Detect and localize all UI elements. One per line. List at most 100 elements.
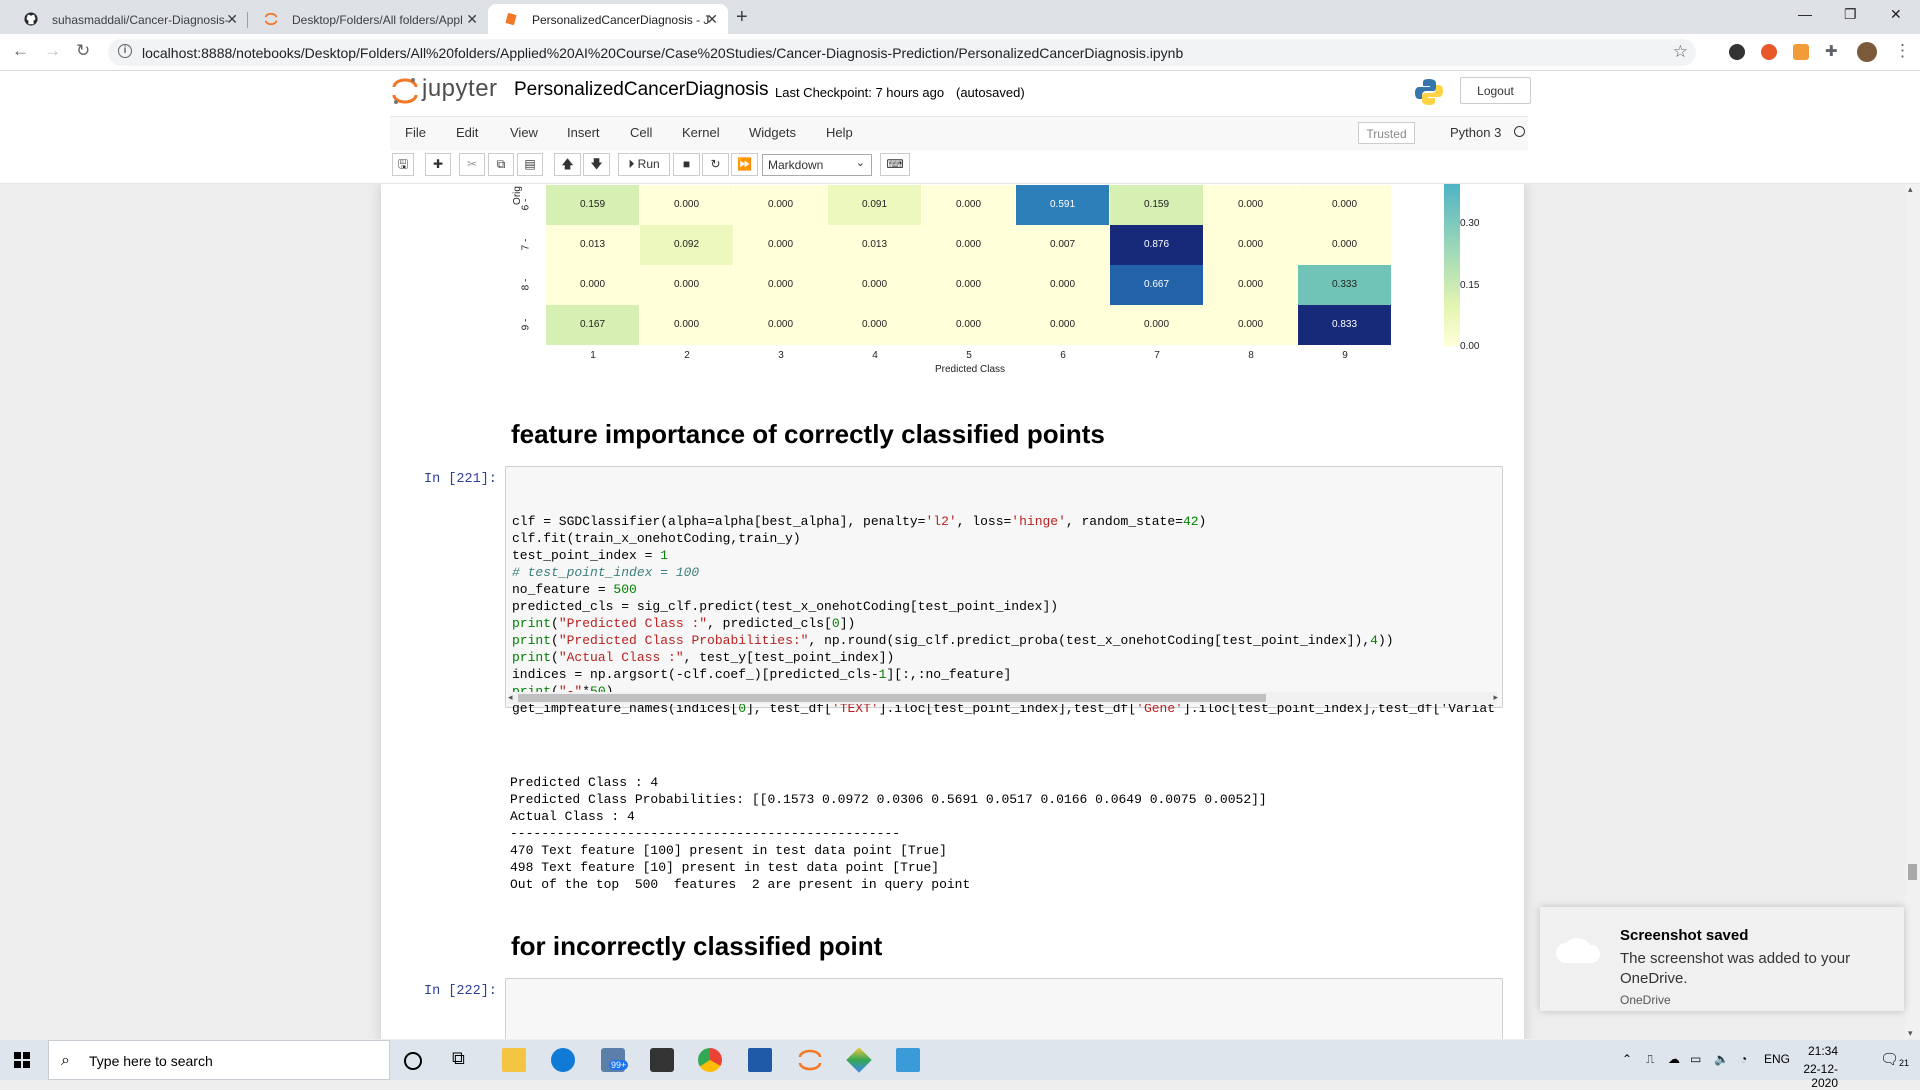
tray-app-icon[interactable]: ⎍ <box>1646 1052 1654 1067</box>
extension-icon[interactable] <box>1729 44 1745 60</box>
interrupt-icon[interactable]: ■ <box>673 153 700 176</box>
restart-icon[interactable]: ↻ <box>702 153 729 176</box>
code-line[interactable]: print("Predicted Class :", predicted_cls… <box>512 615 1496 632</box>
store-icon[interactable] <box>650 1048 674 1072</box>
menu-insert[interactable]: Insert <box>567 125 600 140</box>
markdown-heading[interactable]: for incorrectly classified point <box>511 931 882 962</box>
file-explorer-icon[interactable] <box>502 1048 526 1072</box>
copy-icon[interactable]: ⧉ <box>488 153 514 176</box>
move-up-icon[interactable]: 🡅 <box>554 153 581 176</box>
code-line[interactable]: clf.fit(train_x_onehotCoding,train_y) <box>512 530 1496 547</box>
jupyter-logo-text[interactable]: jupyter <box>422 75 498 103</box>
cut-icon[interactable]: ✂ <box>459 153 485 176</box>
keyboard-icon[interactable]: ⌨ <box>880 153 910 176</box>
cortana-icon[interactable] <box>404 1052 422 1070</box>
scrollbar-thumb[interactable] <box>1908 864 1917 880</box>
scroll-down-icon[interactable]: ▾ <box>1908 1028 1913 1039</box>
menu-widgets[interactable]: Widgets <box>749 125 796 140</box>
scroll-right-icon[interactable]: ▸ <box>1493 692 1498 703</box>
code-line[interactable]: # test_point_index = 100 <box>512 564 1496 581</box>
mail-icon[interactable]: 99+ <box>601 1048 629 1072</box>
code-cell-editor[interactable]: clf = SGDClassifier(alpha=alpha[best_alp… <box>505 466 1503 716</box>
menu-edit[interactable]: Edit <box>456 125 478 140</box>
onedrive-tray-icon[interactable]: ☁ <box>1668 1052 1680 1066</box>
heatmap-cell: 0.000 <box>734 265 827 305</box>
notebook-name[interactable]: PersonalizedCancerDiagnosis <box>514 79 769 101</box>
wifi-icon[interactable]: ◔ <box>1740 1052 1747 1066</box>
taskbar-search[interactable]: ⌕ Type here to search <box>48 1040 390 1080</box>
new-tab-button[interactable]: + <box>736 6 748 29</box>
tray-chevron-icon[interactable]: ⌃ <box>1622 1052 1632 1066</box>
extension-icon[interactable] <box>1793 44 1809 60</box>
forward-icon[interactable]: → <box>44 41 61 61</box>
markdown-heading[interactable]: feature importance of correctly classifi… <box>511 419 1105 450</box>
horizontal-scrollbar[interactable]: ◂ ▸ <box>508 692 1498 704</box>
save-icon[interactable]: 🖫 <box>392 153 414 176</box>
restore-icon[interactable]: ❐ <box>1844 6 1857 23</box>
scroll-left-icon[interactable]: ◂ <box>508 692 513 703</box>
jupyter-taskbar-icon[interactable] <box>798 1048 822 1072</box>
tab-notebook[interactable]: PersonalizedCancerDiagnosis - J ✕ <box>488 4 728 34</box>
avatar[interactable] <box>1857 42 1877 62</box>
bookmark-star-icon[interactable]: ☆ <box>1673 42 1688 62</box>
heatmap-xtick: 8 <box>1248 350 1254 361</box>
menu-cell[interactable]: Cell <box>630 125 652 140</box>
puzzle-icon[interactable]: ✚ <box>1825 42 1841 60</box>
tab-github[interactable]: suhasmaddali/Cancer-Diagnosis- ✕ <box>8 4 248 34</box>
code-line[interactable]: predicted_cls = sig_clf.predict(test_x_o… <box>512 598 1496 615</box>
insert-cell-icon[interactable]: ✚ <box>425 153 451 176</box>
jupyter-logo-icon[interactable] <box>392 76 418 106</box>
run-button[interactable]: ⏵ Run <box>618 153 670 176</box>
kebab-menu-icon[interactable]: ⋮ <box>1894 41 1911 61</box>
windows-start-icon[interactable] <box>14 1052 30 1068</box>
heatmap-cell: 0.167 <box>546 305 639 345</box>
restart-run-all-icon[interactable]: ⏩ <box>731 153 758 176</box>
code-line[interactable]: print("Predicted Class Probabilities:", … <box>512 632 1496 649</box>
window-close-icon[interactable]: ✕ <box>1890 6 1902 23</box>
close-icon[interactable]: ✕ <box>226 11 238 28</box>
code-line[interactable]: no_feature = 500 <box>512 581 1496 598</box>
app-icon[interactable] <box>896 1048 920 1072</box>
extension-icon[interactable] <box>1761 44 1777 60</box>
edge-icon[interactable] <box>551 1048 575 1072</box>
close-icon[interactable]: ✕ <box>466 11 478 28</box>
page-vertical-scrollbar[interactable]: ▴ ▾ <box>1905 184 1920 1039</box>
code-text[interactable]: clf = SGDClassifier(alpha=alpha[best_alp… <box>512 513 1496 717</box>
back-icon[interactable]: ← <box>12 41 29 61</box>
code-line[interactable]: clf = SGDClassifier(alpha=alpha[best_alp… <box>512 513 1496 530</box>
code-line[interactable]: print("Actual Class :", test_y[test_poin… <box>512 649 1496 666</box>
logout-button[interactable]: Logout <box>1460 77 1531 104</box>
omnibox[interactable]: i localhost:8888/notebooks/Desktop/Folde… <box>108 39 1696 66</box>
close-icon[interactable]: ✕ <box>706 11 718 28</box>
minimize-icon[interactable]: — <box>1798 6 1812 22</box>
scrollbar-thumb[interactable] <box>518 694 1266 702</box>
code-line[interactable]: test_point_index = 1 <box>512 547 1496 564</box>
tab-desktop-folder[interactable]: Desktop/Folders/All folders/Appl ✕ <box>248 4 488 34</box>
code-line[interactable]: indices = np.argsort(-clf.coef_)[predict… <box>512 666 1496 683</box>
volume-icon[interactable]: 🔈 <box>1714 1052 1729 1066</box>
reload-icon[interactable]: ↻ <box>76 41 90 61</box>
url-text[interactable]: localhost:8888/notebooks/Desktop/Folders… <box>142 45 1183 61</box>
menu-kernel[interactable]: Kernel <box>682 125 720 140</box>
trusted-indicator[interactable]: Trusted <box>1358 122 1415 144</box>
app-icon[interactable] <box>846 1047 872 1073</box>
action-center-icon[interactable]: 🗨21 <box>1880 1050 1909 1068</box>
site-info-icon[interactable]: i <box>118 44 132 58</box>
kernel-name[interactable]: Python 3 <box>1450 125 1501 140</box>
cell-type-select[interactable]: Markdown ⌄ <box>762 154 872 176</box>
chrome-icon[interactable] <box>698 1048 722 1072</box>
task-view-icon[interactable]: ⧉ <box>452 1048 476 1072</box>
battery-icon[interactable]: ▭ <box>1690 1052 1701 1066</box>
code-cell-editor[interactable] <box>505 978 1503 1039</box>
scroll-up-icon[interactable]: ▴ <box>1908 184 1913 195</box>
colorbar-tick: 0.00 <box>1460 341 1480 352</box>
photos-icon[interactable] <box>748 1048 772 1072</box>
system-clock[interactable]: 21:34 22-12-2020 <box>1790 1044 1838 1090</box>
menu-file[interactable]: File <box>405 125 426 140</box>
menu-help[interactable]: Help <box>826 125 853 140</box>
language-indicator[interactable]: ENG <box>1764 1052 1790 1066</box>
move-down-icon[interactable]: 🡇 <box>583 153 610 176</box>
paste-icon[interactable]: ▤ <box>517 153 543 176</box>
menu-view[interactable]: View <box>510 125 538 140</box>
onedrive-notification[interactable]: Screenshot saved The screenshot was adde… <box>1540 907 1904 1011</box>
